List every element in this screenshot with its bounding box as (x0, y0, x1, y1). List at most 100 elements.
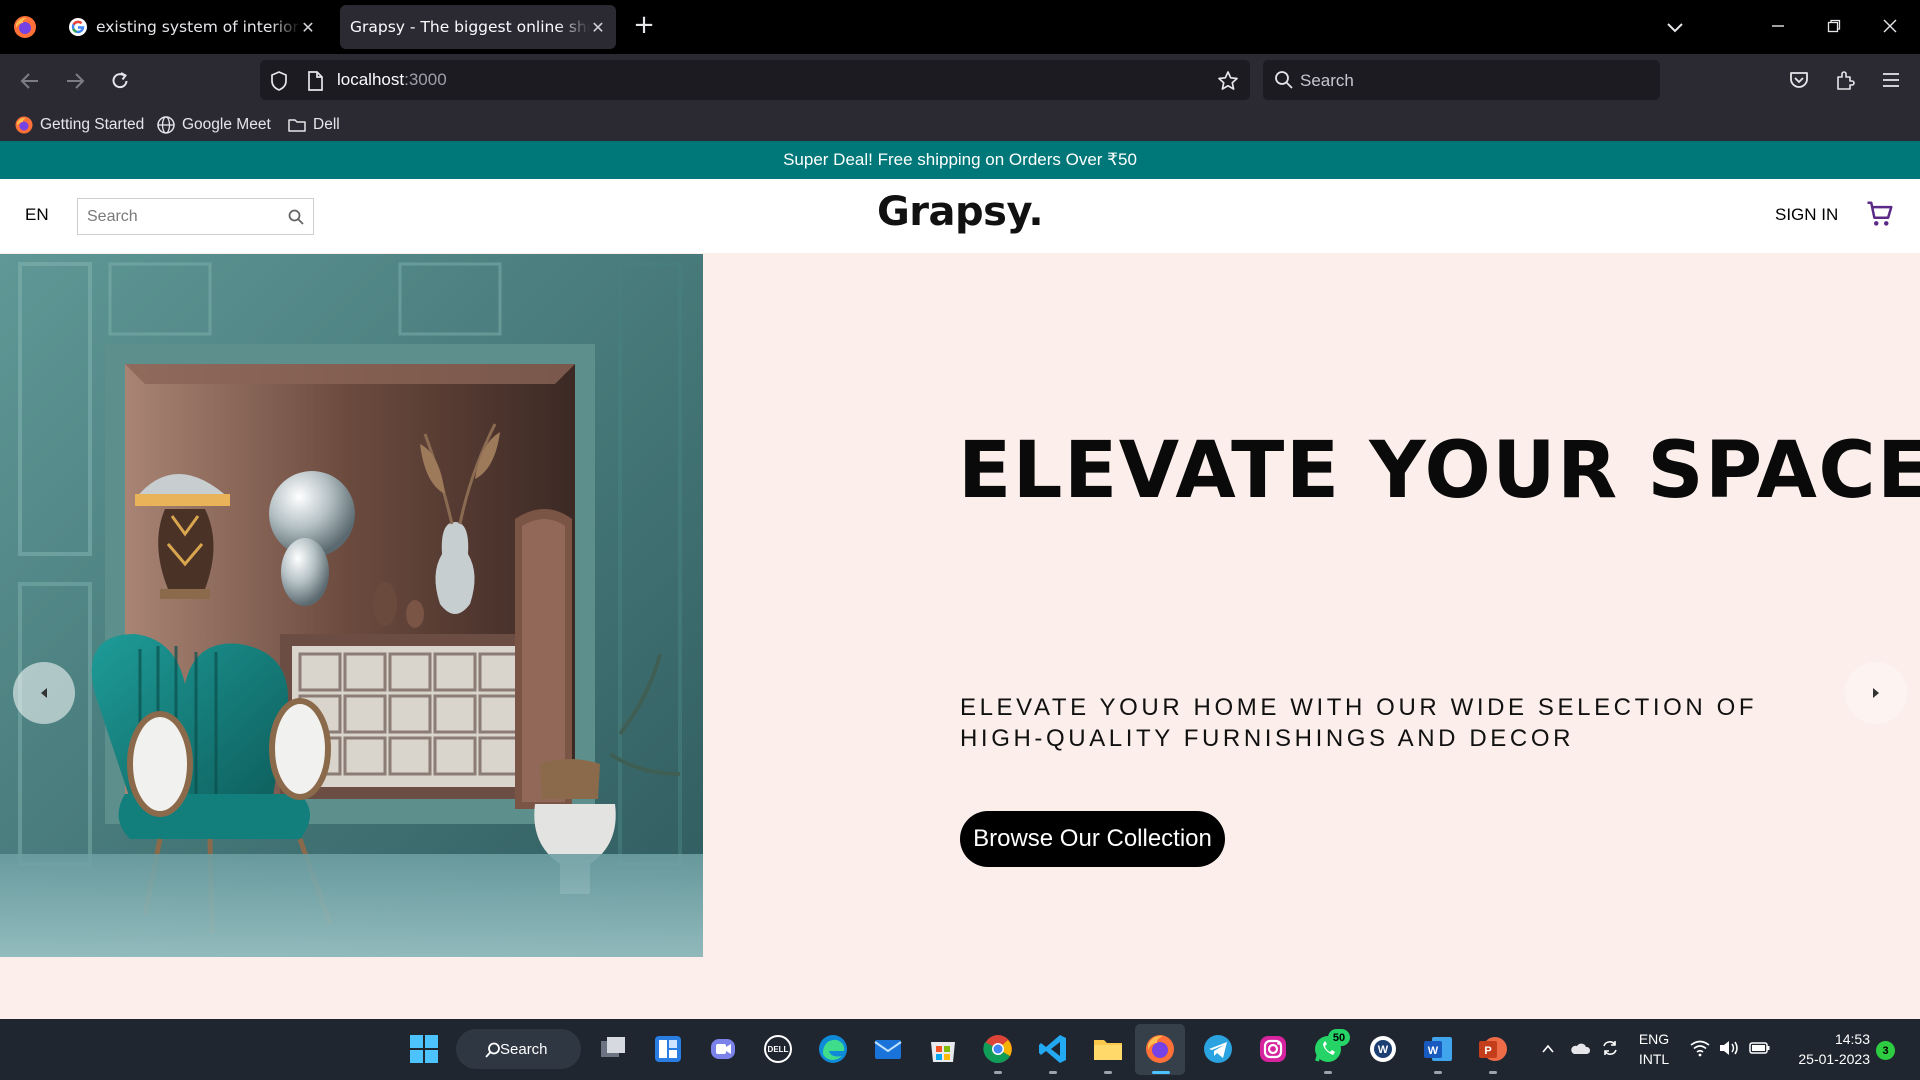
url-bar[interactable]: localhost:3000 (260, 60, 1250, 100)
bookmarks-toolbar: Getting Started Google Meet Dell (0, 108, 1920, 141)
back-button[interactable] (16, 67, 44, 95)
running-indicator (1049, 1071, 1057, 1074)
restore-button[interactable] (1818, 10, 1850, 42)
instagram-icon[interactable] (1255, 1031, 1291, 1067)
clock-time[interactable]: 14:53 (1780, 1031, 1870, 1047)
windows-taskbar: Search DELL 50 W W P ENG INTL 14:53 25-0… (0, 1019, 1920, 1080)
tab-title: existing system of interior ecom (96, 18, 300, 36)
running-indicator (1489, 1071, 1497, 1074)
arrow-left-icon (20, 73, 38, 89)
input-language-bottom[interactable]: INTL (1634, 1051, 1674, 1067)
telegram-icon[interactable] (1200, 1031, 1236, 1067)
bookmark-google-meet[interactable]: Google Meet (156, 114, 271, 136)
taskbar-search-label: Search (500, 1040, 548, 1058)
input-language-top[interactable]: ENG (1634, 1031, 1674, 1047)
search-icon (485, 1042, 500, 1058)
close-tab-icon[interactable]: ✕ (590, 18, 606, 37)
folder-icon (288, 119, 306, 132)
sync-icon[interactable] (1600, 1038, 1620, 1058)
taskbar-search-button[interactable]: Search (456, 1029, 581, 1069)
bookmark-label: Dell (313, 116, 340, 133)
vscode-icon[interactable] (1035, 1031, 1071, 1067)
word-icon[interactable]: W (1420, 1031, 1456, 1067)
page-icon[interactable] (304, 70, 326, 92)
show-hidden-icons-icon[interactable] (1540, 1041, 1556, 1057)
notification-count-badge[interactable]: 3 (1876, 1041, 1895, 1060)
search-icon (1275, 71, 1293, 89)
powerpoint-icon[interactable]: P (1475, 1031, 1511, 1067)
hamburger-menu-icon[interactable] (1880, 69, 1902, 91)
url-text[interactable]: localhost:3000 (337, 70, 447, 90)
minimize-icon (1772, 25, 1784, 27)
new-tab-button[interactable]: + (630, 12, 658, 40)
whatsapp-badge: 50 (1328, 1029, 1350, 1046)
bookmark-dell-folder[interactable]: Dell (287, 114, 340, 136)
firefox-icon[interactable] (1142, 1031, 1178, 1067)
forward-button[interactable] (61, 67, 89, 95)
firefox-icon (15, 116, 33, 134)
list-all-tabs-icon[interactable] (1662, 14, 1688, 40)
extensions-icon[interactable] (1834, 69, 1856, 91)
url-port: :3000 (404, 70, 447, 89)
reload-button[interactable] (106, 67, 134, 95)
running-indicator (1324, 1071, 1332, 1074)
teams-chat-icon[interactable] (705, 1031, 741, 1067)
url-host: localhost (337, 70, 405, 89)
widgets-icon[interactable] (650, 1031, 686, 1067)
cart-icon[interactable] (1865, 199, 1895, 229)
promo-banner: Super Deal! Free shipping on Orders Over… (0, 141, 1920, 179)
close-window-button[interactable] (1874, 10, 1906, 42)
battery-icon[interactable] (1749, 1040, 1771, 1056)
svg-text:P: P (1484, 1045, 1491, 1057)
windows-start-icon[interactable] (406, 1031, 442, 1067)
close-icon (1883, 19, 1897, 33)
svg-text:DELL: DELL (768, 1045, 789, 1054)
carousel-prev-button[interactable] (13, 662, 75, 724)
bookmark-star-icon[interactable] (1217, 70, 1239, 92)
w-app-icon[interactable]: W (1365, 1031, 1401, 1067)
browser-search-bar[interactable]: Search (1263, 60, 1660, 100)
tab-grapsy[interactable]: Grapsy - The biggest online shopping ✕ (340, 5, 616, 49)
svg-text:W: W (1428, 1045, 1439, 1057)
edge-icon[interactable] (815, 1031, 851, 1067)
hero-subtitle: ELEVATE YOUR HOME WITH OUR WIDE SELECTIO… (960, 694, 1758, 752)
hero-image-interior (0, 254, 703, 957)
site-header: EN Grapsy. SIGN IN (0, 179, 1920, 253)
caret-left-icon (41, 688, 47, 698)
browser-search-placeholder: Search (1300, 71, 1354, 90)
file-explorer-icon[interactable] (1090, 1031, 1126, 1067)
caret-right-icon (1873, 688, 1879, 698)
carousel-next-button[interactable] (1845, 662, 1907, 724)
globe-icon (157, 116, 175, 134)
clock-date[interactable]: 25-01-2023 (1780, 1051, 1870, 1067)
web-page: Super Deal! Free shipping on Orders Over… (0, 141, 1920, 1019)
dell-icon[interactable]: DELL (760, 1031, 796, 1067)
minimize-button[interactable] (1762, 10, 1794, 42)
wifi-icon[interactable] (1689, 1039, 1711, 1057)
task-view-icon[interactable] (595, 1031, 631, 1067)
volume-icon[interactable] (1718, 1039, 1740, 1057)
firefox-menu-icon[interactable] (12, 14, 38, 40)
chrome-icon[interactable] (980, 1031, 1016, 1067)
bookmark-getting-started[interactable]: Getting Started (14, 114, 144, 136)
bookmark-label: Getting Started (40, 116, 145, 133)
pocket-icon[interactable] (1788, 69, 1810, 91)
sign-in-link[interactable]: SIGN IN (1775, 205, 1838, 225)
svg-text:W: W (1378, 1044, 1389, 1056)
bookmark-label: Google Meet (182, 116, 271, 133)
browse-collection-button[interactable]: Browse Our Collection (960, 811, 1225, 867)
browser-tab-bar: existing system of interior ecom ✕ Graps… (0, 0, 1920, 54)
restore-icon (1827, 19, 1841, 33)
microsoft-store-icon[interactable] (925, 1031, 961, 1067)
active-indicator (1152, 1071, 1170, 1074)
onedrive-icon[interactable] (1569, 1039, 1591, 1057)
reload-icon (112, 72, 128, 89)
mail-icon[interactable] (870, 1031, 906, 1067)
shield-icon[interactable] (268, 70, 290, 92)
arrow-right-icon (67, 73, 85, 89)
tab-existing-system[interactable]: existing system of interior ecom ✕ (58, 5, 326, 49)
running-indicator (1104, 1071, 1112, 1074)
close-tab-icon[interactable]: ✕ (300, 18, 316, 37)
hero-title: ELEVATE YOUR SPACE (958, 426, 1920, 516)
site-logo[interactable]: Grapsy. (0, 189, 1920, 235)
